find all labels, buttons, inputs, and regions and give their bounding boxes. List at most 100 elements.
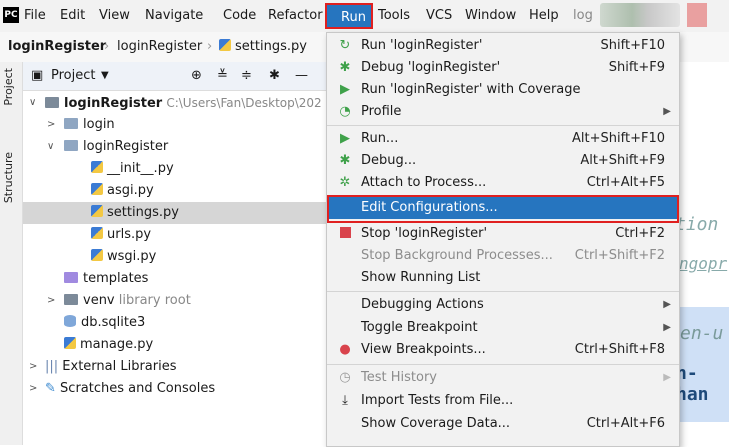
menu-item-run-config[interactable]: ↻ Run 'loginRegister' Shift+F10 bbox=[327, 35, 679, 57]
python-file-icon bbox=[91, 249, 103, 261]
menu-item-debug[interactable]: ✱ Debug... Alt+Shift+F9 bbox=[327, 150, 679, 172]
attach-icon: ✲ bbox=[339, 175, 351, 190]
tree-item-label: __init__.py bbox=[107, 161, 174, 176]
menu-tools[interactable]: Tools bbox=[378, 8, 410, 23]
tree-item-external-libraries[interactable]: > ||| External Libraries bbox=[23, 356, 327, 378]
menu-item-attach-process[interactable]: ✲ Attach to Process... Ctrl+Alt+F5 bbox=[327, 172, 679, 194]
menu-item-view-breakpoints[interactable]: ● View Breakpoints... Ctrl+Shift+F8 bbox=[327, 339, 679, 361]
menu-run-label: Run bbox=[341, 10, 366, 25]
menu-item-stop-background[interactable]: Stop Background Processes... Ctrl+Shift+… bbox=[327, 245, 679, 267]
chevron-down-icon: ∨ bbox=[47, 141, 55, 152]
tree-item-settings[interactable]: settings.py bbox=[23, 202, 327, 224]
tree-item-urls[interactable]: urls.py bbox=[23, 224, 327, 246]
tab-project[interactable]: Project bbox=[2, 68, 15, 106]
submenu-arrow-icon: ▶ bbox=[663, 322, 671, 333]
menu-item-label: Toggle Breakpoint bbox=[361, 320, 478, 335]
menu-item-import-tests[interactable]: ⤓ Import Tests from File... bbox=[327, 390, 679, 412]
tree-item-venv[interactable]: > venv library root bbox=[23, 290, 327, 312]
menu-item-label: Stop Background Processes... bbox=[361, 248, 553, 263]
menu-item-shortcut: Ctrl+F2 bbox=[615, 226, 665, 241]
breakpoints-icon: ● bbox=[339, 342, 351, 357]
menu-item-stop[interactable]: Stop 'loginRegister' Ctrl+F2 bbox=[327, 223, 679, 245]
breadcrumb-file[interactable]: settings.py bbox=[219, 39, 307, 54]
menu-item-shortcut: Alt+Shift+F10 bbox=[572, 131, 665, 146]
menu-item-label: Show Running List bbox=[361, 270, 481, 285]
tree-item-root[interactable]: ∨ loginRegister C:\Users\Fan\Desktop\202 bbox=[23, 92, 327, 114]
project-panel-header: ▣ Project ▼ ⊕ ≚ ≑ ✱ — bbox=[23, 62, 327, 91]
tree-item-label: templates bbox=[83, 271, 149, 286]
menu-item-toggle-breakpoint[interactable]: Toggle Breakpoint ▶ bbox=[327, 317, 679, 339]
project-view-selector[interactable]: Project bbox=[51, 68, 95, 83]
run-menu-dropdown: ↻ Run 'loginRegister' Shift+F10 ✱ Debug … bbox=[326, 32, 680, 447]
project-panel: ▣ Project ▼ ⊕ ≚ ≑ ✱ — ∨ loginRegister C:… bbox=[23, 62, 327, 445]
editor-text-fragment: ngopr bbox=[679, 254, 728, 273]
tree-item-db[interactable]: db.sqlite3 bbox=[23, 312, 327, 334]
menu-item-shortcut: Shift+F10 bbox=[600, 38, 665, 53]
tree-item-login[interactable]: > login bbox=[23, 114, 327, 136]
menu-help[interactable]: Help bbox=[529, 8, 559, 23]
coverage-icon: ▶ bbox=[340, 82, 350, 97]
menu-edit[interactable]: Edit bbox=[60, 8, 85, 23]
menu-window[interactable]: Window bbox=[465, 8, 516, 23]
menu-item-test-history[interactable]: ◷ Test History ▶ bbox=[327, 367, 679, 389]
menu-vcs[interactable]: VCS bbox=[426, 8, 452, 23]
locate-icon[interactable]: ⊕ bbox=[191, 68, 202, 83]
rerun-icon: ↻ bbox=[339, 38, 351, 53]
menu-navigate[interactable]: Navigate bbox=[145, 8, 203, 23]
menu-item-label: Stop 'loginRegister' bbox=[361, 226, 488, 241]
tree-item-label: loginRegister bbox=[64, 96, 163, 111]
submenu-arrow-icon: ▶ bbox=[663, 106, 671, 117]
menu-item-label: Run... bbox=[361, 131, 399, 146]
hide-icon[interactable]: — bbox=[295, 68, 308, 83]
tree-item-init[interactable]: __init__.py bbox=[23, 158, 327, 180]
tree-item-loginregister[interactable]: ∨ loginRegister bbox=[23, 136, 327, 158]
tree-item-scratches[interactable]: > ✎ Scratches and Consoles bbox=[23, 378, 327, 400]
expand-all-icon[interactable]: ≚ bbox=[217, 68, 228, 83]
tree-item-manage[interactable]: manage.py bbox=[23, 334, 327, 356]
chevron-right-icon: › bbox=[104, 39, 110, 54]
folder-icon bbox=[64, 272, 78, 283]
folder-icon bbox=[64, 294, 78, 305]
chevron-down-icon[interactable]: ▼ bbox=[101, 70, 109, 81]
tree-item-note: library root bbox=[118, 293, 191, 308]
tab-structure[interactable]: Structure bbox=[2, 152, 15, 203]
menu-item-shortcut: Ctrl+Alt+F6 bbox=[586, 416, 665, 431]
menu-separator bbox=[327, 364, 679, 365]
menu-item-debugging-actions[interactable]: Debugging Actions ▶ bbox=[327, 294, 679, 316]
menu-item-debug-config[interactable]: ✱ Debug 'loginRegister' Shift+F9 bbox=[327, 57, 679, 79]
menu-view[interactable]: View bbox=[99, 8, 130, 23]
menu-item-label: Debugging Actions bbox=[361, 297, 484, 312]
menu-item-run-coverage[interactable]: ▶ Run 'loginRegister' with Coverage bbox=[327, 79, 679, 101]
breadcrumb-project[interactable]: loginRegister bbox=[8, 39, 106, 54]
tree-item-label: External Libraries bbox=[62, 359, 177, 374]
clock-icon: ◷ bbox=[339, 370, 351, 385]
python-file-icon bbox=[91, 183, 103, 195]
tree-item-asgi[interactable]: asgi.py bbox=[23, 180, 327, 202]
tree-item-templates[interactable]: templates bbox=[23, 268, 327, 290]
menu-item-label: Debug 'loginRegister' bbox=[361, 60, 501, 75]
menu-code[interactable]: Code bbox=[223, 8, 256, 23]
collapse-all-icon[interactable]: ≑ bbox=[241, 68, 252, 83]
menu-item-label: Run 'loginRegister' with Coverage bbox=[361, 82, 581, 97]
menu-item-show-running-list[interactable]: Show Running List bbox=[327, 267, 679, 289]
pycharm-logo: PC bbox=[3, 7, 19, 23]
menu-file[interactable]: File bbox=[24, 8, 46, 23]
menu-run[interactable]: Run bbox=[325, 3, 373, 29]
project-view-icon: ▣ bbox=[31, 68, 44, 83]
python-file-icon bbox=[91, 161, 103, 173]
submenu-arrow-icon: ▶ bbox=[663, 372, 671, 383]
menu-item-profile[interactable]: ◔ Profile ▶ bbox=[327, 101, 679, 123]
python-file-icon bbox=[91, 227, 103, 239]
gear-icon[interactable]: ✱ bbox=[269, 68, 280, 83]
chevron-right-icon: > bbox=[47, 295, 56, 306]
folder-icon bbox=[64, 140, 78, 151]
tree-item-wsgi[interactable]: wsgi.py bbox=[23, 246, 327, 268]
submenu-arrow-icon: ▶ bbox=[663, 299, 671, 310]
breadcrumb-package[interactable]: loginRegister bbox=[117, 39, 202, 54]
menu-item-show-coverage[interactable]: Show Coverage Data... Ctrl+Alt+F6 bbox=[327, 413, 679, 435]
menu-refactor[interactable]: Refactor bbox=[268, 8, 323, 23]
annotation-highlight-box bbox=[327, 195, 679, 223]
editor-text-fragment: n-han bbox=[676, 363, 709, 405]
menu-item-run[interactable]: ▶ Run... Alt+Shift+F10 bbox=[327, 128, 679, 150]
menu-item-label: View Breakpoints... bbox=[361, 342, 486, 357]
